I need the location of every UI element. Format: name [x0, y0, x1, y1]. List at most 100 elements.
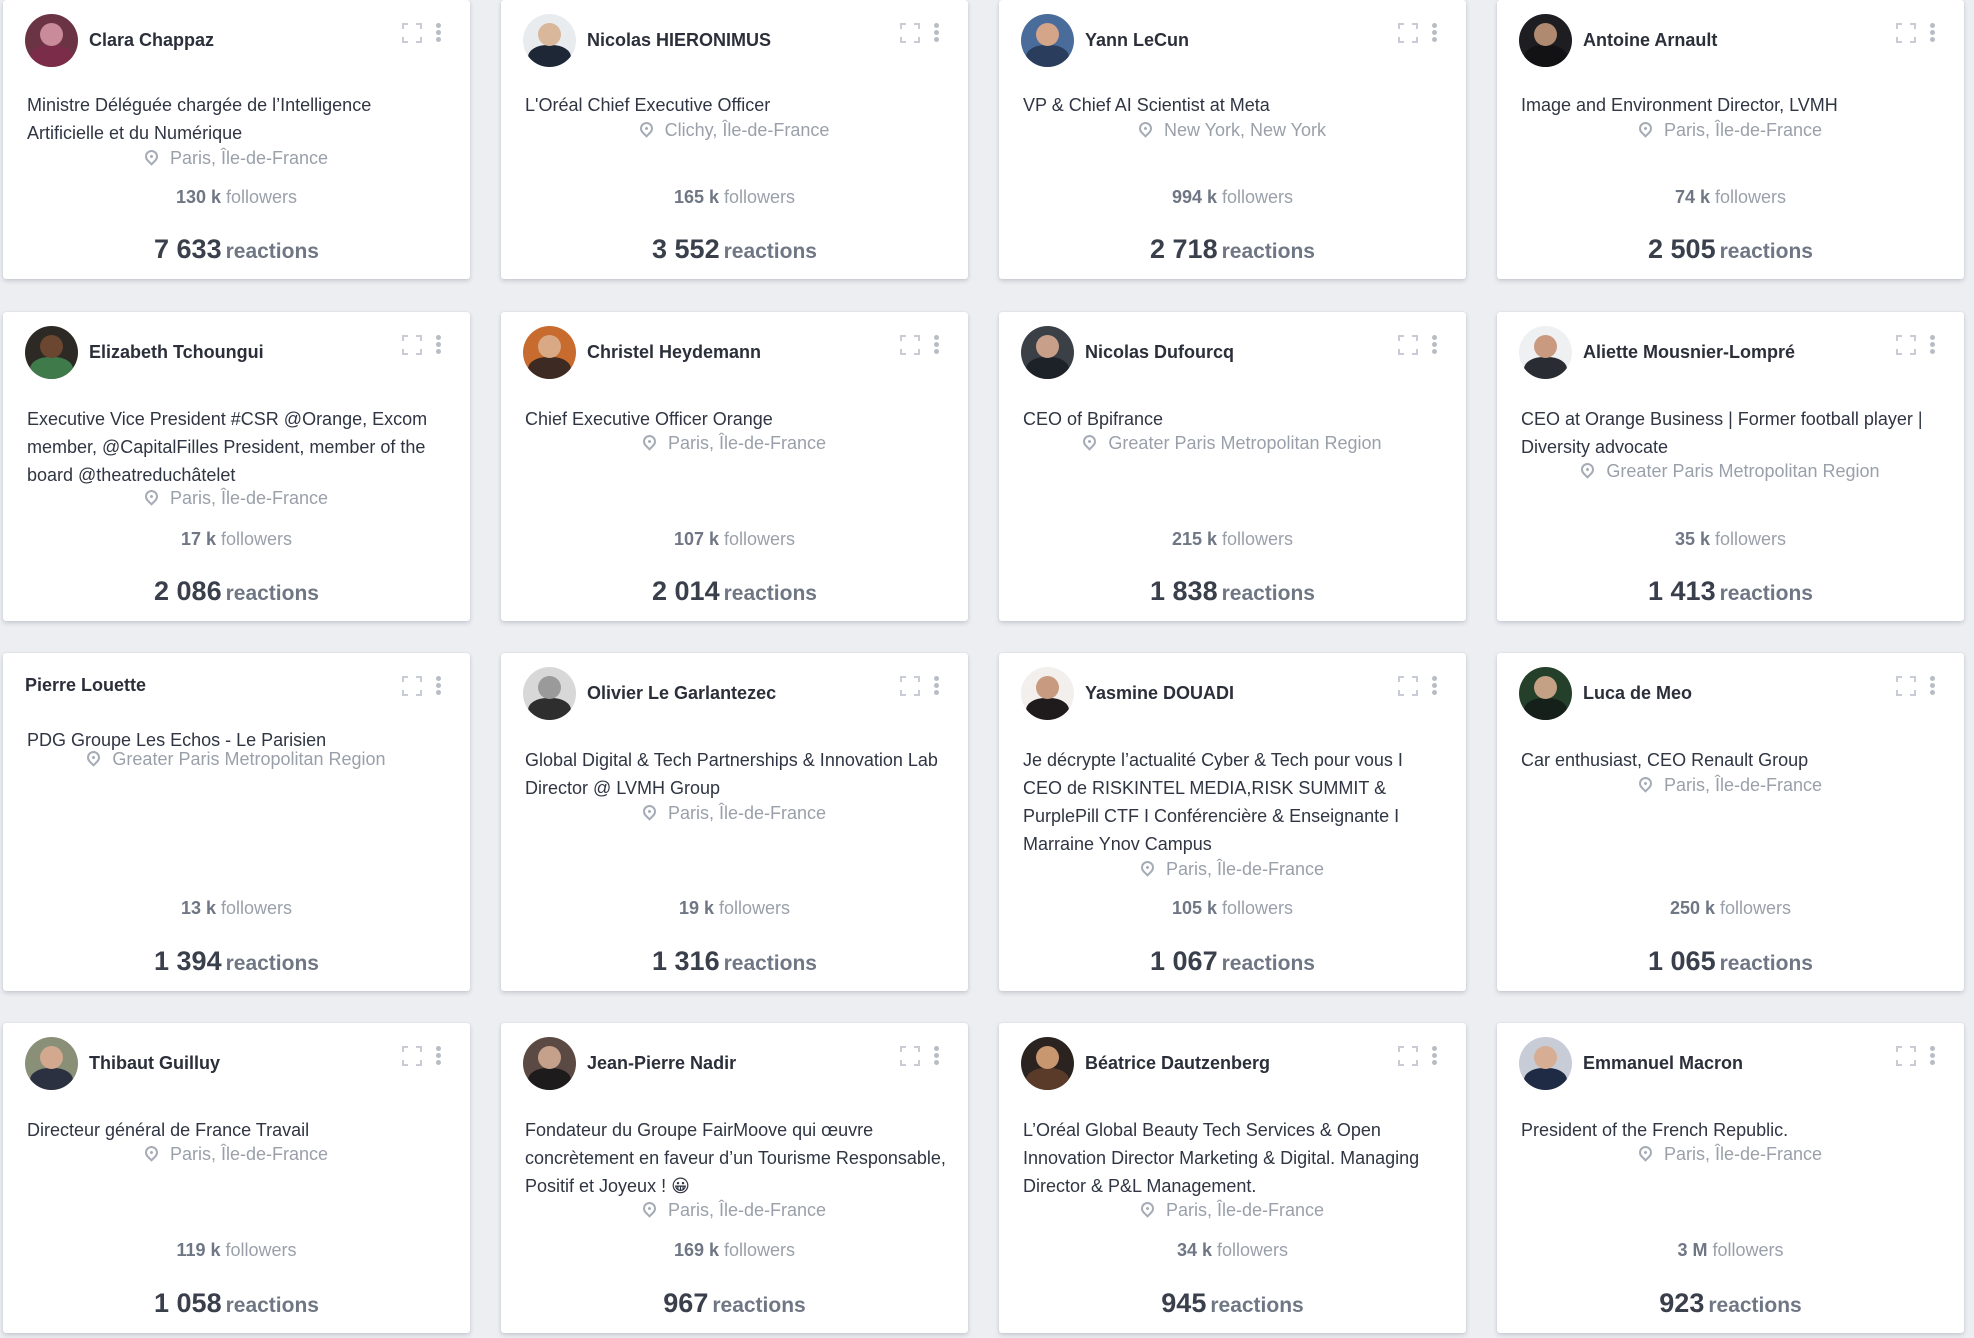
person-name[interactable]: Nicolas HIERONIMUS [587, 30, 771, 51]
more-options-icon[interactable] [1430, 334, 1438, 356]
followers-count: 169 k followers [501, 1240, 968, 1261]
avatar[interactable] [25, 13, 78, 67]
person-name[interactable]: Olivier Le Garlantezec [587, 683, 776, 704]
person-card[interactable]: Yann LeCun VP & Chief AI Scientist at Met… [999, 0, 1466, 279]
expand-icon[interactable] [900, 23, 920, 43]
person-card[interactable]: Thibaut Guilluy Directeur général de Fran… [3, 1023, 470, 1333]
more-options-icon[interactable] [434, 22, 442, 44]
avatar[interactable] [1519, 1036, 1572, 1090]
avatar[interactable] [25, 325, 78, 379]
card-header: Nicolas Dufourcq [1021, 325, 1446, 379]
person-name[interactable]: Jean-Pierre Nadir [587, 1053, 736, 1074]
more-options-icon[interactable] [932, 1045, 940, 1067]
more-options-icon[interactable] [1430, 675, 1438, 697]
person-name[interactable]: Clara Chappaz [89, 30, 214, 51]
more-options-icon[interactable] [434, 1045, 442, 1067]
expand-icon[interactable] [1398, 1046, 1418, 1066]
reactions-value: 2 086 [154, 576, 222, 606]
expand-icon[interactable] [1896, 676, 1916, 696]
followers-label: followers [1715, 529, 1787, 549]
reactions-label: reactions [712, 1294, 806, 1317]
expand-icon[interactable] [1896, 335, 1916, 355]
card-tools [1398, 22, 1438, 44]
more-options-icon[interactable] [932, 675, 940, 697]
person-card[interactable]: Olivier Le Garlantezec Global Digital & T… [501, 653, 968, 991]
more-options-icon[interactable] [932, 22, 940, 44]
avatar[interactable] [1519, 666, 1572, 720]
reactions-count: 1 838 reactions [999, 576, 1466, 607]
followers-count: 105 k followers [999, 898, 1466, 919]
more-options-icon[interactable] [1928, 675, 1936, 697]
person-name[interactable]: Thibaut Guilluy [89, 1053, 220, 1074]
person-card[interactable]: Pierre Louette PDG Groupe Les Echos - Le … [3, 653, 470, 991]
more-options-icon[interactable] [434, 675, 442, 697]
person-card[interactable]: Luca de Meo Car enthusiast, CEO Renault G… [1497, 653, 1964, 991]
more-options-icon[interactable] [1928, 334, 1936, 356]
card-tools [900, 22, 940, 44]
expand-icon[interactable] [1896, 1046, 1916, 1066]
expand-icon[interactable] [900, 676, 920, 696]
more-options-icon[interactable] [1430, 22, 1438, 44]
expand-icon[interactable] [402, 1046, 422, 1066]
reactions-label: reactions [1719, 240, 1813, 263]
expand-icon[interactable] [900, 1046, 920, 1066]
expand-icon[interactable] [1398, 335, 1418, 355]
more-options-icon[interactable] [932, 334, 940, 356]
avatar[interactable] [1021, 666, 1074, 720]
more-options-icon[interactable] [1928, 1045, 1936, 1067]
avatar[interactable] [523, 1036, 576, 1090]
expand-icon[interactable] [402, 335, 422, 355]
card-header: Emmanuel Macron [1519, 1036, 1944, 1090]
expand-icon[interactable] [1398, 23, 1418, 43]
person-card[interactable]: Emmanuel Macron President of the French R… [1497, 1023, 1964, 1333]
reactions-count: 7 633 reactions [3, 234, 470, 265]
person-card[interactable]: Clara Chappaz Ministre Déléguée chargée d… [3, 0, 470, 279]
person-card[interactable]: Nicolas Dufourcq CEO of Bpifrance Greater … [999, 312, 1466, 621]
person-card[interactable]: Aliette Mousnier-Lompré CEO at Orange Bus… [1497, 312, 1964, 621]
expand-icon[interactable] [402, 23, 422, 43]
person-card[interactable]: Yasmine DOUADI Je décrypte l’actualité Cy… [999, 653, 1466, 991]
person-name[interactable]: Antoine Arnault [1583, 30, 1717, 51]
person-name[interactable]: Luca de Meo [1583, 683, 1692, 704]
person-name[interactable]: Nicolas Dufourcq [1085, 342, 1234, 363]
person-card[interactable]: Jean-Pierre Nadir Fondateur du Groupe Fai… [501, 1023, 968, 1333]
avatar[interactable] [25, 1036, 78, 1090]
person-name[interactable]: Elizabeth Tchoungui [89, 342, 264, 363]
avatar[interactable] [523, 325, 576, 379]
person-name[interactable]: Christel Heydemann [587, 342, 761, 363]
more-options-icon[interactable] [1430, 1045, 1438, 1067]
person-card[interactable]: Christel Heydemann Chief Executive Office… [501, 312, 968, 621]
more-options-icon[interactable] [434, 334, 442, 356]
person-card[interactable]: Elizabeth Tchoungui Executive Vice Presid… [3, 312, 470, 621]
avatar[interactable] [1519, 13, 1572, 67]
person-headline: L'Oréal Chief Executive Officer [525, 95, 771, 115]
expand-icon[interactable] [1398, 676, 1418, 696]
avatar[interactable] [1021, 325, 1074, 379]
avatar[interactable] [523, 13, 576, 67]
avatar[interactable] [1021, 1036, 1074, 1090]
person-name[interactable]: Aliette Mousnier-Lompré [1583, 342, 1795, 363]
person-name[interactable]: Béatrice Dautzenberg [1085, 1053, 1270, 1074]
person-name[interactable]: Yann LeCun [1085, 30, 1189, 51]
followers-value: 74 k [1674, 187, 1710, 207]
person-card[interactable]: Nicolas HIERONIMUS L'Oréal Chief Executiv… [501, 0, 968, 279]
person-card[interactable]: Antoine Arnault Image and Environment Dir… [1497, 0, 1964, 279]
card-header: Christel Heydemann [523, 325, 948, 379]
more-options-icon[interactable] [1928, 22, 1936, 44]
avatar[interactable] [1021, 13, 1074, 67]
expand-icon[interactable] [900, 335, 920, 355]
card-tools [402, 675, 442, 697]
expand-icon[interactable] [1896, 23, 1916, 43]
followers-count: 119 k followers [3, 1240, 470, 1261]
expand-icon[interactable] [402, 676, 422, 696]
reactions-count: 967 reactions [501, 1288, 968, 1319]
reactions-value: 1 394 [154, 946, 222, 976]
person-name[interactable]: Pierre Louette [25, 675, 146, 696]
avatar[interactable] [523, 666, 576, 720]
reactions-label: reactions [1210, 1294, 1304, 1317]
location-pin-icon [1636, 1143, 1655, 1162]
person-name[interactable]: Emmanuel Macron [1583, 1053, 1743, 1074]
person-card[interactable]: Béatrice Dautzenberg L’Oréal Global Beaut… [999, 1023, 1466, 1333]
avatar[interactable] [1519, 325, 1572, 379]
person-name[interactable]: Yasmine DOUADI [1085, 683, 1234, 704]
